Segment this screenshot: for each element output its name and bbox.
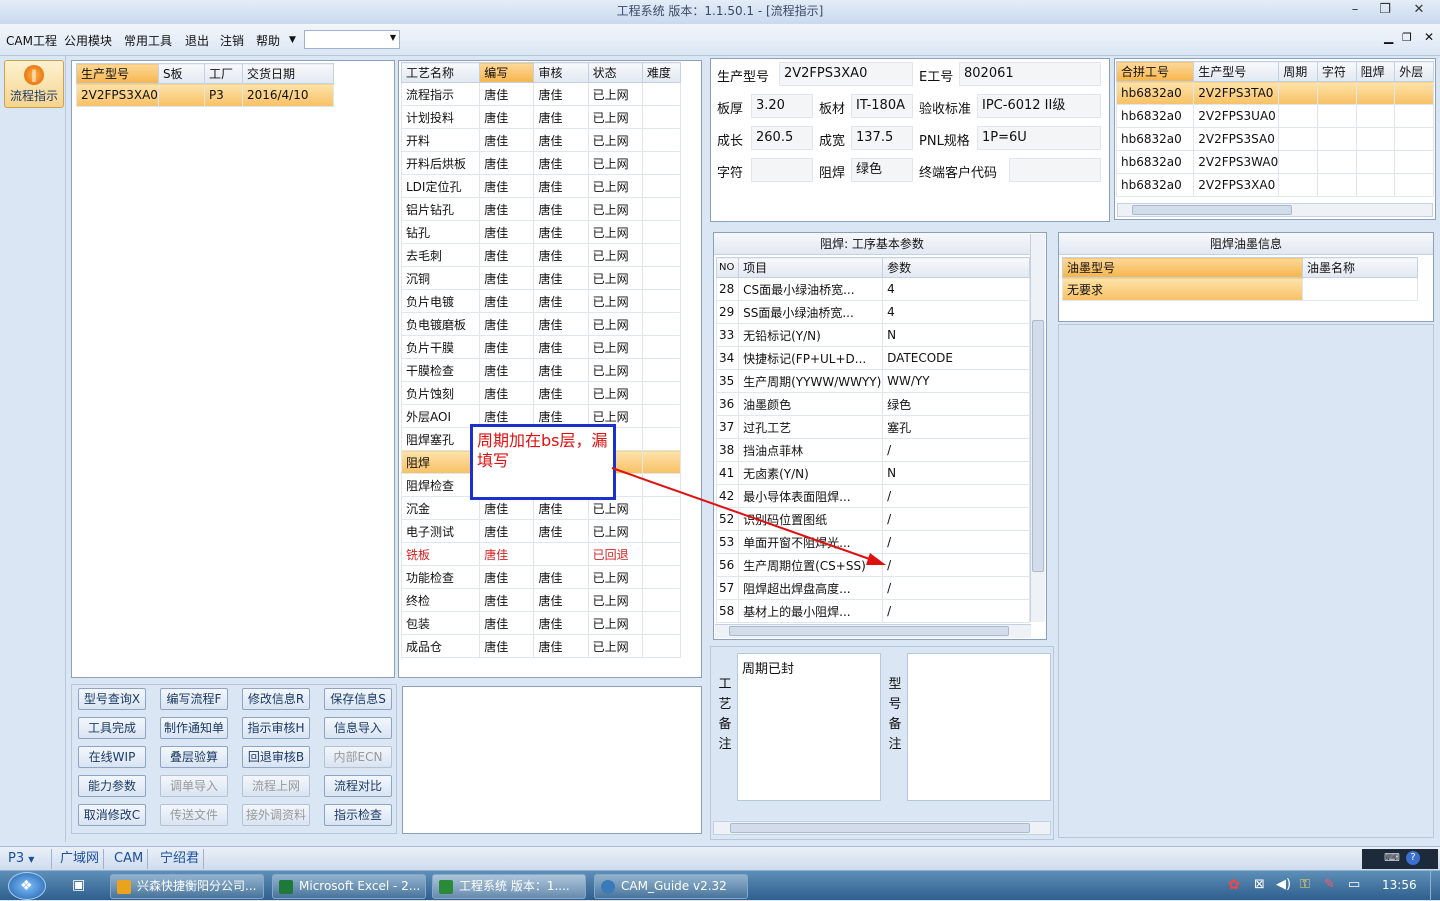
taskbar-item[interactable]: Microsoft Excel - 2... (272, 874, 426, 899)
tray-app-icon[interactable]: ✿ (1228, 877, 1240, 893)
taskbar-item-label: 工程系统 版本：1.... (459, 879, 570, 893)
start-button[interactable]: ❖ (8, 872, 46, 900)
tray-monitor-icon[interactable]: ▭ (1348, 877, 1360, 892)
status-tab[interactable]: CAM (110, 849, 149, 869)
taskbar-item-label: Microsoft Excel - 2... (299, 879, 421, 893)
help-icon[interactable]: ? (1406, 851, 1420, 865)
taskbar-item-active[interactable]: 工程系统 版本：1.... (432, 874, 586, 899)
volume-icon[interactable]: ◀) (1276, 877, 1291, 892)
show-desktop-corner[interactable] (1430, 871, 1440, 901)
status-tab[interactable]: 广域网 (56, 849, 105, 869)
tray-network-icon[interactable]: ⊠ (1254, 877, 1265, 892)
language-bar[interactable]: ⌨ ? (1362, 849, 1438, 869)
status-tab[interactable]: 宁绍君 (156, 849, 205, 869)
clock[interactable]: 13:56 (1382, 878, 1417, 892)
taskbar-item[interactable]: CAM_Guide v2.32 (594, 874, 748, 899)
app-icon (439, 880, 453, 894)
keyboard-icon[interactable]: ⌨ (1384, 851, 1400, 864)
windows-logo-icon: ❖ (20, 878, 33, 894)
taskbar: ❖ ▣ 兴森快捷衡阳分公司... Microsoft Excel - 2... … (0, 870, 1440, 901)
taskbar-item-label: CAM_Guide v2.32 (621, 879, 727, 893)
annotation-arrow (611, 467, 886, 565)
tray-security-icon[interactable]: ⚿ (1300, 877, 1310, 892)
app-icon (117, 880, 131, 894)
tray-tool-icon[interactable]: ✎ (1324, 877, 1335, 892)
status-bar: P3 ▼ 广域网 CAM 宁绍君 ⌨ ? (0, 846, 1440, 870)
cam-guide-icon (601, 880, 615, 894)
excel-icon (279, 880, 293, 894)
site-label: P3 (8, 851, 25, 866)
site-selector[interactable]: P3 ▼ (4, 849, 52, 869)
taskbar-item[interactable]: 兴森快捷衡阳分公司... (110, 874, 264, 899)
show-desktop-icon[interactable]: ▣ (72, 877, 85, 893)
taskbar-item-label: 兴森快捷衡阳分公司... (137, 879, 257, 893)
